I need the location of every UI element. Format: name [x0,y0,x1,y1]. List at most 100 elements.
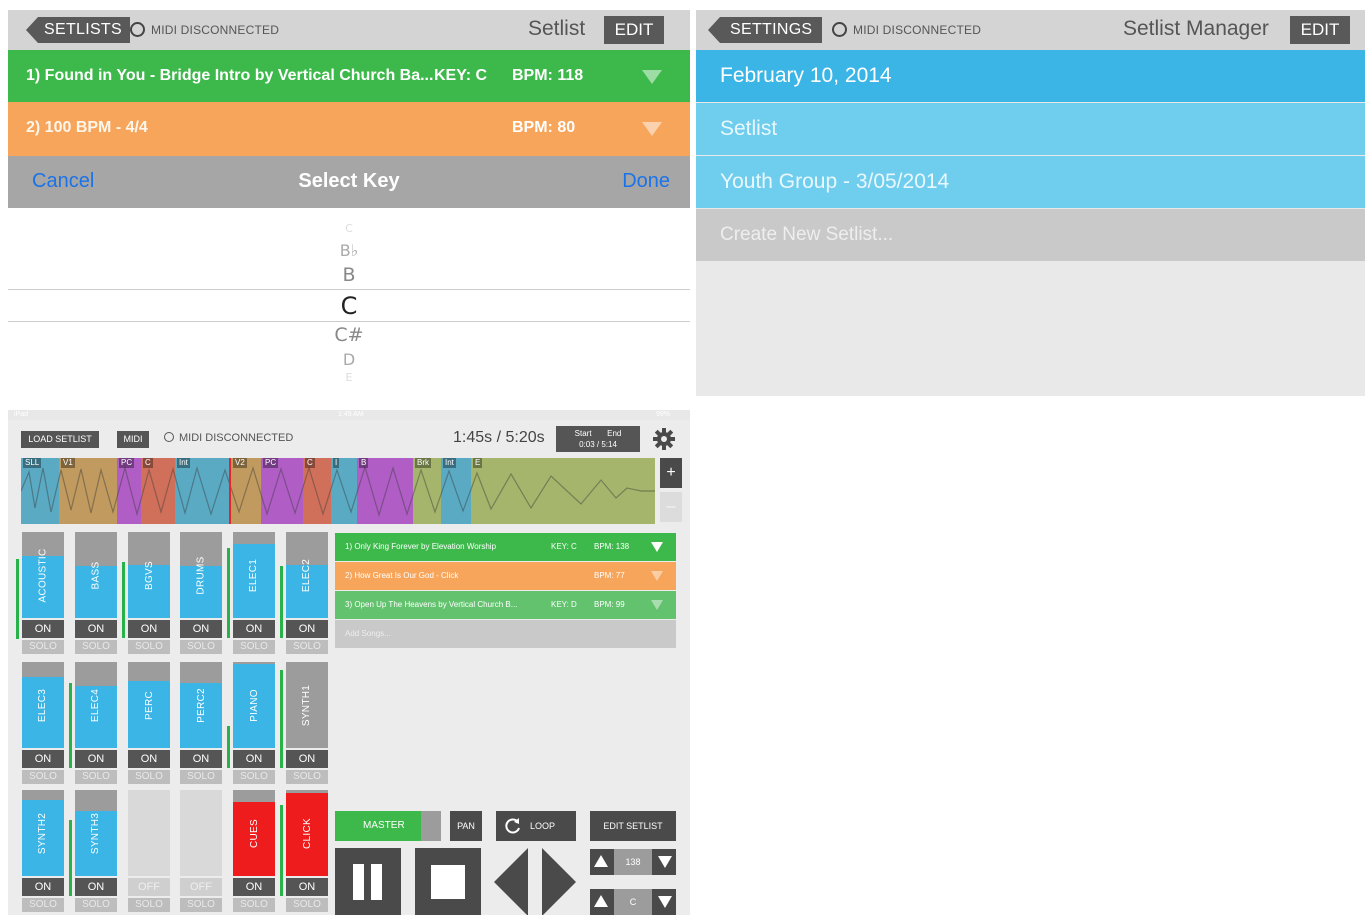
channel-fader[interactable]: CLICK [286,790,328,876]
section-marker[interactable]: PC [119,458,135,468]
channel-solo-button[interactable]: SOLO [286,898,328,912]
channel-on-button[interactable]: OFF [128,878,170,896]
song-key[interactable]: KEY: D [551,591,577,619]
stop-button[interactable] [415,848,481,915]
section-marker[interactable]: Int [177,458,190,468]
setlist-row[interactable]: Youth Group - 3/05/2014 [696,156,1365,208]
channel-solo-button[interactable]: SOLO [233,898,275,912]
section-marker[interactable]: Int [443,458,456,468]
channel-on-button[interactable]: ON [128,750,170,768]
waveform-timeline[interactable]: SLL V1 PC C Int V2 PC C I B Brk Int E [21,458,655,524]
edit-setlist-button[interactable]: EDIT SETLIST [590,811,676,841]
expand-icon[interactable] [642,122,662,136]
gear-icon[interactable] [653,428,675,450]
picker-option[interactable]: D [8,350,690,369]
channel-solo-button[interactable]: SOLO [233,640,275,654]
channel-fader[interactable]: PERC [128,662,170,748]
key-down-icon[interactable] [658,896,672,908]
master-toggle-handle[interactable] [421,811,441,841]
picker-option[interactable]: C# [8,324,690,346]
channel-fader[interactable]: SYNTH2 [22,790,64,876]
channel-solo-button[interactable]: SOLO [75,770,117,784]
channel-fader[interactable]: ELEC2 [286,532,328,618]
zoom-in-button[interactable]: + [660,458,682,488]
cancel-button[interactable]: Cancel [32,170,94,193]
start-end-range[interactable]: Start End 0:03 / 5:14 [556,426,640,452]
channel-on-button[interactable]: ON [22,750,64,768]
pause-button[interactable] [335,848,401,915]
song-bpm[interactable]: BPM: 99 [594,591,625,619]
setlist-row[interactable]: February 10, 2014 [696,50,1365,102]
picker-option[interactable]: C [8,222,690,235]
channel-solo-button[interactable]: SOLO [286,770,328,784]
channel-fader[interactable]: BASS [75,532,117,618]
song-row[interactable]: 1) Found in You - Bridge Intro by Vertic… [8,50,690,102]
song-row[interactable]: 2) 100 BPM - 4/4 BPM: 80 [8,102,690,156]
channel-on-button[interactable]: ON [286,750,328,768]
channel-fader[interactable]: ELEC3 [22,662,64,748]
channel-solo-button[interactable]: SOLO [180,640,222,654]
channel-fader[interactable]: PIANO [233,662,275,748]
song-key[interactable]: KEY: C [434,50,487,102]
channel-on-button[interactable]: ON [180,750,222,768]
setlist-row[interactable]: 2) How Great Is Our God - Click BPM: 77 [335,562,676,590]
expand-icon[interactable] [651,600,663,610]
channel-solo-button[interactable]: SOLO [22,640,64,654]
channel-fader[interactable]: SYNTH1 [286,662,328,748]
section-marker[interactable]: C [143,458,153,468]
section-marker[interactable]: C [305,458,315,468]
channel-on-button[interactable]: ON [75,620,117,638]
channel-fader[interactable]: PERC2 [180,662,222,748]
picker-option[interactable]: B♭ [8,241,690,260]
channel-on-button[interactable]: ON [180,620,222,638]
zoom-out-button[interactable]: – [660,492,682,522]
pan-button[interactable]: PAN [450,811,482,841]
section-marker[interactable]: E [473,458,483,468]
expand-icon[interactable] [651,571,663,581]
midi-button[interactable]: MIDI [117,431,149,448]
key-picker-wheel[interactable]: C B♭ B C C# D E [8,208,690,396]
song-bpm[interactable]: BPM: 77 [594,562,625,590]
channel-fader[interactable]: BGVS [128,532,170,618]
channel-solo-button[interactable]: SOLO [233,770,275,784]
channel-solo-button[interactable]: SOLO [128,640,170,654]
setlist-row[interactable]: Setlist [696,103,1365,155]
picker-option[interactable]: E [8,371,690,384]
next-song-icon[interactable] [542,848,576,915]
expand-icon[interactable] [642,70,662,84]
setlists-back-button[interactable]: SETLISTS [26,17,130,43]
load-setlist-button[interactable]: LOAD SETLIST [21,431,99,448]
key-stepper[interactable]: C [590,889,676,915]
channel-on-button[interactable]: ON [233,878,275,896]
done-button[interactable]: Done [622,170,670,193]
channel-on-button[interactable]: ON [233,620,275,638]
channel-solo-button[interactable]: SOLO [75,640,117,654]
section-marker[interactable]: SLL [23,458,42,468]
expand-icon[interactable] [651,542,663,552]
channel-fader[interactable]: ELEC1 [233,532,275,618]
section-marker[interactable]: I [333,458,340,468]
master-button[interactable]: MASTER [335,811,441,841]
channel-solo-button[interactable]: SOLO [22,770,64,784]
settings-button[interactable]: SETTINGS [707,17,823,43]
channel-fader[interactable]: DRUMS [180,532,222,618]
picker-option-selected[interactable]: C [8,292,690,320]
channel-on-button[interactable]: ON [75,878,117,896]
channel-on-button[interactable]: ON [286,620,328,638]
channel-fader[interactable] [180,790,222,876]
song-key[interactable]: KEY: C [551,533,577,561]
channel-on-button[interactable]: OFF [180,878,222,896]
tempo-down-icon[interactable] [658,856,672,868]
channel-fader[interactable] [128,790,170,876]
previous-song-icon[interactable] [494,848,528,915]
channel-fader[interactable]: ELEC4 [75,662,117,748]
channel-fader[interactable]: CUES [233,790,275,876]
channel-on-button[interactable]: ON [22,620,64,638]
song-bpm[interactable]: BPM: 138 [594,533,629,561]
channel-on-button[interactable]: ON [75,750,117,768]
channel-on-button[interactable]: ON [286,878,328,896]
channel-solo-button[interactable]: SOLO [180,898,222,912]
song-bpm[interactable]: BPM: 118 [512,50,583,102]
edit-button[interactable]: EDIT [604,16,664,44]
section-marker[interactable]: B [359,458,369,468]
